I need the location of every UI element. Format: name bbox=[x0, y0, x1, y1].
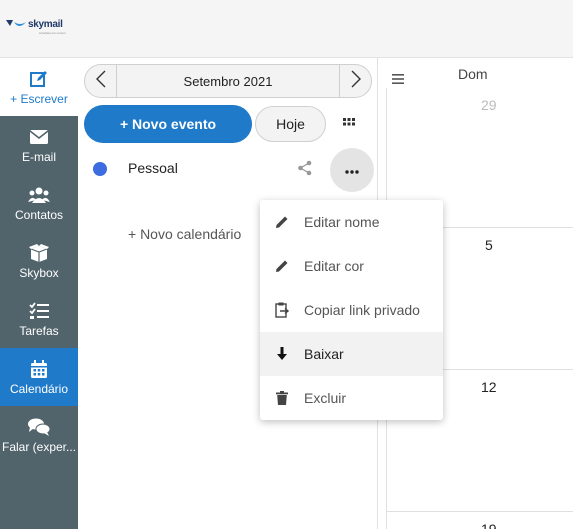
previous-month-button[interactable] bbox=[85, 65, 117, 97]
nav-item-label: Tarefas bbox=[19, 323, 59, 338]
day-number[interactable]: 19 bbox=[481, 521, 497, 529]
weekday-header: Dom bbox=[458, 66, 488, 82]
day-number[interactable]: 29 bbox=[481, 97, 497, 113]
chevron-right-icon bbox=[351, 70, 361, 93]
skymail-logo[interactable]: skymail soluções em nuvem bbox=[5, 17, 66, 35]
download-icon bbox=[260, 347, 304, 361]
clipboard-icon bbox=[260, 302, 304, 318]
nav-item-label: E-mail bbox=[21, 149, 56, 164]
top-bar: skymail soluções em nuvem bbox=[0, 0, 573, 58]
compose-icon bbox=[29, 69, 49, 89]
nav-item-label: Skybox bbox=[19, 265, 59, 280]
chat-icon bbox=[28, 417, 50, 437]
nav-item-chat[interactable]: Falar (exper... bbox=[0, 406, 78, 464]
calendar-color-dot[interactable] bbox=[93, 162, 107, 176]
nav-item-label: Falar (exper... bbox=[1, 439, 77, 454]
compose-label: + Escrever bbox=[10, 91, 68, 106]
more-options-button[interactable] bbox=[330, 148, 374, 192]
week-divider bbox=[387, 511, 573, 512]
logo-tagline: soluções em nuvem bbox=[39, 31, 66, 35]
more-horizontal-icon bbox=[345, 161, 359, 179]
hamburger-icon[interactable] bbox=[392, 72, 404, 90]
menu-item-label: Editar cor bbox=[304, 258, 364, 274]
nav-item-tasks[interactable]: Tarefas bbox=[0, 290, 78, 348]
logo-text: skymail bbox=[28, 18, 63, 30]
today-button[interactable]: Hoje bbox=[255, 106, 326, 142]
menu-item-download[interactable]: Baixar bbox=[260, 332, 443, 376]
envelope-icon bbox=[30, 127, 48, 147]
pencil-icon bbox=[260, 215, 304, 229]
app-window: skymail soluções em nuvem + Escrever E-m… bbox=[0, 0, 573, 529]
nav-item-contacts[interactable]: Contatos bbox=[0, 174, 78, 232]
trash-icon bbox=[260, 391, 304, 405]
chevron-left-icon bbox=[95, 70, 106, 93]
nav-item-email[interactable]: E-mail bbox=[0, 116, 78, 174]
nav-item-skybox[interactable]: Skybox bbox=[0, 232, 78, 290]
menu-item-label: Baixar bbox=[304, 346, 344, 362]
nav-item-calendar[interactable]: Calendário bbox=[0, 348, 78, 406]
new-calendar-link[interactable]: + Novo calendário bbox=[128, 226, 241, 242]
month-navigator: Setembro 2021 bbox=[84, 64, 372, 98]
day-number[interactable]: 5 bbox=[485, 237, 493, 253]
month-label[interactable]: Setembro 2021 bbox=[117, 74, 339, 89]
calendar-name: Pessoal bbox=[128, 160, 178, 176]
menu-item-label: Copiar link privado bbox=[304, 302, 420, 318]
calendar-options-menu: Editar nome Editar cor Copiar link priva… bbox=[260, 200, 443, 420]
menu-item-label: Editar nome bbox=[304, 214, 380, 230]
box-icon bbox=[29, 243, 49, 263]
compose-button[interactable]: + Escrever bbox=[0, 58, 78, 116]
new-event-button[interactable]: + Novo evento bbox=[84, 105, 252, 143]
menu-item-label: Excluir bbox=[304, 390, 347, 406]
menu-item-edit-color[interactable]: Editar cor bbox=[260, 244, 443, 288]
menu-item-edit-name[interactable]: Editar nome bbox=[260, 200, 443, 244]
calendar-icon bbox=[30, 359, 48, 379]
people-icon bbox=[28, 185, 50, 205]
pencil-icon bbox=[260, 259, 304, 273]
left-nav: + Escrever E-mail Contatos Skybox Tarefa… bbox=[0, 58, 78, 529]
share-icon[interactable] bbox=[297, 160, 313, 181]
nav-item-label: Calendário bbox=[9, 381, 69, 396]
checklist-icon bbox=[29, 301, 49, 321]
calendar-list-item[interactable]: Pessoal bbox=[78, 148, 378, 192]
next-month-button[interactable] bbox=[339, 65, 371, 97]
nav-item-label: Contatos bbox=[14, 207, 64, 222]
logo-mark-icon bbox=[5, 17, 27, 31]
day-number[interactable]: 12 bbox=[481, 379, 497, 395]
grid-view-icon[interactable] bbox=[340, 115, 358, 133]
menu-item-copy-private-link[interactable]: Copiar link privado bbox=[260, 288, 443, 332]
menu-item-delete[interactable]: Excluir bbox=[260, 376, 443, 420]
